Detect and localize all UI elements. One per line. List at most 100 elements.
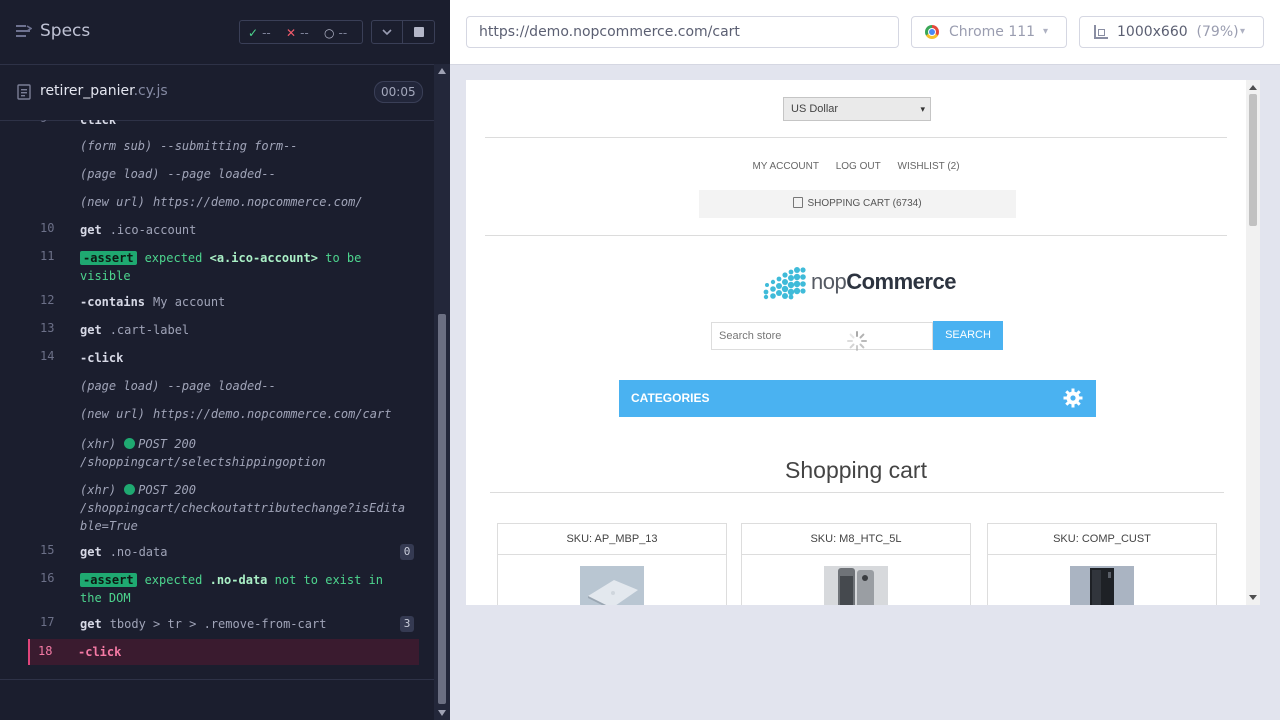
log-row[interactable]: 12 -contains My account [30, 293, 419, 313]
log-row[interactable]: (form sub) --submitting form-- [30, 137, 419, 157]
status-dot-icon [124, 438, 136, 449]
log-command-name: -click [78, 645, 122, 659]
scroll-down-icon[interactable] [1249, 595, 1257, 600]
chevron-down-icon: ▾ [1240, 26, 1246, 37]
log-event-name: (xhr) [80, 437, 117, 451]
log-row[interactable]: 17 get tbody > tr > .remove-from-cart 3 [30, 615, 419, 635]
specs-header: Specs ✓ -- ✕ -- ○ -- [0, 0, 450, 65]
cart-item-card: SKU: AP_MBP_13 [497, 523, 727, 605]
search-button[interactable]: SEARCH [933, 321, 1003, 350]
log-row-number: 18 [38, 644, 53, 658]
shopping-cart-link[interactable]: SHOPPING CART (6734) [699, 190, 1016, 218]
chevron-down-icon [382, 29, 392, 36]
page-title: Shopping cart [785, 457, 927, 483]
log-row[interactable]: (page load) --page loaded-- [30, 377, 419, 397]
cart-item-card: SKU: COMP_CUST [987, 523, 1217, 605]
log-command-name: -click [80, 351, 124, 365]
scroll-down-icon[interactable] [438, 710, 446, 716]
log-event-name: (new url) [80, 195, 146, 209]
status-dot-icon [124, 484, 136, 495]
viewport-selector[interactable]: 1000x660 (79%) ▾ [1079, 16, 1264, 48]
check-icon: ✓ [248, 26, 259, 40]
log-row[interactable]: 11 -assert expected <a.ico-account> to be… [30, 249, 419, 287]
log-row-number: 13 [40, 321, 55, 335]
log-event-name: (page load) [80, 379, 160, 393]
log-row[interactable]: 14 -click [30, 349, 419, 369]
spec-file-name: retirer_panier.cy.js [40, 83, 168, 99]
log-row[interactable]: 9 click [30, 120, 419, 129]
specs-menu-icon[interactable] [16, 24, 32, 38]
log-event-text: https://demo.nopcommerce.com/cart [153, 407, 392, 421]
log-command-arg: My account [153, 295, 226, 309]
spec-duration: 00:05 [374, 81, 423, 103]
cart-item-card: SKU: M8_HTC_5L [741, 523, 971, 605]
file-icon [17, 84, 31, 100]
scrollbar-thumb[interactable] [1249, 94, 1257, 226]
site-logo[interactable]: nopCommerce [761, 266, 961, 302]
expand-button[interactable] [371, 20, 403, 44]
select-arrow-icon: ▾ [920, 104, 925, 114]
log-scrollbar[interactable] [434, 64, 450, 720]
log-event-text: --submitting form-- [160, 139, 298, 153]
xhr-path: /shoppingcart/selectshippingoption [80, 455, 326, 469]
my-account-link[interactable]: MY ACCOUNT [752, 161, 819, 172]
log-row[interactable]: 10 get .ico-account [30, 221, 419, 241]
log-command-arg: .cart-label [109, 323, 190, 337]
log-command-arg: tbody > tr > .remove-from-cart [109, 617, 327, 631]
browser-label: Chrome 111 [949, 24, 1036, 40]
scrollbar-thumb[interactable] [438, 314, 446, 704]
page-scrollbar[interactable] [1246, 80, 1260, 605]
log-out-link[interactable]: LOG OUT [836, 161, 881, 172]
divider [490, 492, 1224, 493]
command-log-panel: Specs ✓ -- ✕ -- ○ -- retirer_panier.cy.js 0… [0, 0, 450, 720]
log-row[interactable]: (xhr) POST 200/shoppingcart/checkoutattri… [30, 481, 419, 537]
log-event-name: (xhr) [80, 483, 117, 497]
categories-label: CATEGORIES [631, 391, 710, 405]
log-row[interactable]: (new url) https://demo.nopcommerce.com/ca… [30, 405, 419, 425]
pc-tower-image[interactable] [1070, 566, 1134, 605]
specs-title[interactable]: Specs [40, 21, 90, 41]
log-event-text: --page loaded-- [167, 167, 276, 181]
divider [0, 679, 434, 680]
phone-image[interactable] [824, 566, 888, 605]
url-bar[interactable]: https://demo.nopcommerce.com/cart [466, 16, 899, 48]
search-input[interactable]: Search store [711, 322, 933, 350]
assert-badge: -assert [80, 573, 137, 587]
failed-count: ✕ -- [286, 26, 309, 40]
aut-iframe: US Dollar ▾ MY ACCOUNT LOG OUT WISHLIST (… [466, 80, 1260, 605]
browser-selector[interactable]: Chrome 111 ▾ [911, 16, 1067, 48]
log-row[interactable]: (xhr) POST 200/shoppingcart/selectshippin… [30, 435, 419, 473]
log-row[interactable]: 16 -assert expected .no-data not to exist… [30, 571, 419, 609]
log-row-active[interactable]: 18 -click [28, 639, 419, 665]
cross-icon: ✕ [286, 26, 297, 40]
pending-icon: ○ [324, 26, 335, 40]
xhr-method: POST 200 [138, 437, 196, 451]
log-command-arg: .no-data [109, 545, 168, 559]
log-row[interactable]: (new url) https://demo.nopcommerce.com/ [30, 193, 419, 213]
log-row[interactable]: 15 get .no-data 0 [30, 543, 419, 563]
stop-icon [414, 27, 424, 37]
scroll-up-icon[interactable] [438, 68, 446, 74]
command-log: 9 click (form sub) --submitting form-- (p… [0, 120, 434, 679]
laptop-image[interactable] [580, 566, 644, 605]
log-command-name: -contains [80, 295, 146, 309]
currency-select[interactable]: US Dollar ▾ [783, 97, 931, 121]
chrome-icon [925, 25, 939, 39]
log-event-text: --page loaded-- [167, 379, 276, 393]
scroll-up-icon[interactable] [1249, 85, 1257, 90]
stop-button[interactable] [402, 20, 435, 44]
app-preview-panel: https://demo.nopcommerce.com/cart Chrome… [450, 0, 1280, 720]
spec-file-bar: retirer_panier.cy.js 00:05 [0, 64, 434, 121]
gear-icon[interactable] [1063, 388, 1083, 408]
log-command-name: get [80, 545, 102, 559]
log-command-name: click [80, 120, 117, 127]
log-command-name: get [80, 617, 102, 631]
wishlist-link[interactable]: WISHLIST (2) [898, 161, 960, 172]
test-stats: ✓ -- ✕ -- ○ -- [239, 20, 363, 44]
log-row-number: 14 [40, 349, 55, 363]
log-row[interactable]: (page load) --page loaded-- [30, 165, 419, 185]
divider [485, 137, 1227, 138]
log-row[interactable]: 13 get .cart-label [30, 321, 419, 341]
preview-toolbar: https://demo.nopcommerce.com/cart Chrome… [450, 0, 1280, 65]
categories-menu[interactable]: CATEGORIES [619, 380, 1096, 417]
